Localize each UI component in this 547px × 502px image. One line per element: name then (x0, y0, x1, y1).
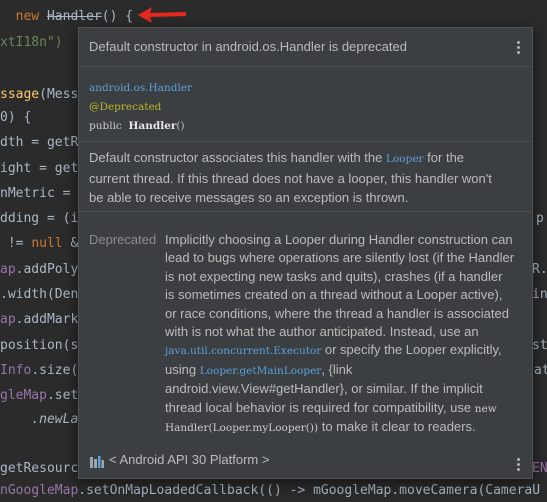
code-field: ap (0, 312, 16, 327)
code-line-15[interactable]: gleMap.set (0, 385, 78, 407)
code-fragment: st (532, 338, 547, 353)
code-text: .setOnMapLoadedCallback(() -> mGoogleMap… (78, 483, 541, 498)
code-fragment: at (534, 363, 547, 378)
code-fragment: p (536, 211, 544, 226)
deprecated-part: to make it clear to readers. (318, 419, 476, 435)
code-keyword: new (15, 9, 40, 24)
signature-method: Handler (128, 120, 177, 132)
code-line-9[interactable]: != null & (0, 233, 78, 255)
code-line-8[interactable]: dding = (i (0, 208, 78, 230)
code-line-16[interactable]: .newLa (0, 409, 78, 431)
description-part: Default constructor associates this hand… (89, 150, 386, 165)
get-main-looper-link[interactable]: Looper.getMainLooper (200, 365, 322, 377)
red-arrow-annotation (138, 7, 186, 23)
code-line-17[interactable]: getResourc (0, 458, 78, 480)
code-field: nGoogleMap (0, 483, 79, 498)
code-line-1[interactable]: new Handler() { (0, 6, 133, 28)
code-fragment: R. (532, 262, 547, 277)
code-line-7[interactable]: nMetric = (0, 183, 70, 205)
code-line-3[interactable]: ssage(Mess (0, 84, 78, 106)
signature-modifier: public (89, 120, 122, 132)
code-field: Info (0, 363, 32, 378)
code-line-13[interactable]: position(s (0, 335, 78, 357)
code-line-5[interactable]: dth = getR (0, 132, 78, 154)
code-line-6[interactable]: ight = get (0, 158, 78, 180)
code-text: (Mess (39, 87, 79, 102)
code-line-10[interactable]: ap.addPoly (0, 259, 78, 281)
code-method: ssage (0, 87, 40, 102)
code-line-4[interactable]: 0) { (0, 107, 31, 129)
code-fragment: ENG (532, 461, 547, 476)
signature-parens: () (176, 120, 185, 132)
deprecated-section: Deprecated Implicitly choosing a Looper … (79, 211, 532, 450)
popup-footer: < Android API 30 Platform > (79, 446, 532, 478)
code-text: () { (101, 9, 134, 24)
description-section: Default constructor associates this hand… (79, 141, 532, 212)
code-text: .newLa (31, 412, 79, 427)
code-text: .size( (31, 363, 79, 378)
signature-annotation[interactable]: @Deprecated (89, 101, 161, 113)
code-text: != (7, 236, 32, 251)
description-text: Default constructor associates this hand… (89, 148, 499, 207)
code-line-12[interactable]: ap.addMark (0, 309, 78, 331)
deprecated-text: Implicitly choosing a Looper during Hand… (165, 231, 515, 437)
popup-title: Default constructor in android.os.Handle… (89, 39, 407, 54)
code-text: & (62, 236, 79, 251)
code-deprecated-class: Handler (46, 9, 102, 24)
more-options-icon[interactable] (516, 458, 522, 474)
code-keyword: null (31, 236, 63, 251)
popup-header: Default constructor in android.os.Handle… (79, 28, 532, 67)
method-signature: android.os.Handler @Deprecated public Ha… (89, 79, 192, 136)
code-line-2[interactable]: xtI18n") (0, 32, 63, 54)
looper-link[interactable]: Looper (386, 153, 424, 165)
code-field: gleMap (0, 388, 47, 403)
library-icon (90, 456, 104, 468)
code-fragment: in (532, 287, 547, 302)
code-line-11[interactable]: .width(Den (0, 284, 78, 306)
more-options-icon[interactable] (516, 41, 522, 57)
deprecated-label: Deprecated (89, 232, 157, 247)
executor-link[interactable]: java.util.concurrent.Executor (165, 345, 321, 357)
code-text: .addPoly (15, 262, 79, 277)
quick-documentation-popup[interactable]: Default constructor in android.os.Handle… (78, 27, 533, 479)
code-line-18[interactable]: nGoogleMap.setOnMapLoadedCallback(() -> … (0, 480, 540, 502)
code-field: ap (0, 262, 16, 277)
sdk-source-link[interactable]: < Android API 30 Platform > (109, 452, 269, 467)
code-line-14[interactable]: Info.size( (0, 360, 78, 382)
code-text: .set (46, 388, 79, 403)
code-text: .addMark (15, 312, 79, 327)
deprecated-part: Implicitly choosing a Looper during Hand… (165, 232, 515, 340)
signature-package-link[interactable]: android.os.Handler (89, 82, 192, 94)
